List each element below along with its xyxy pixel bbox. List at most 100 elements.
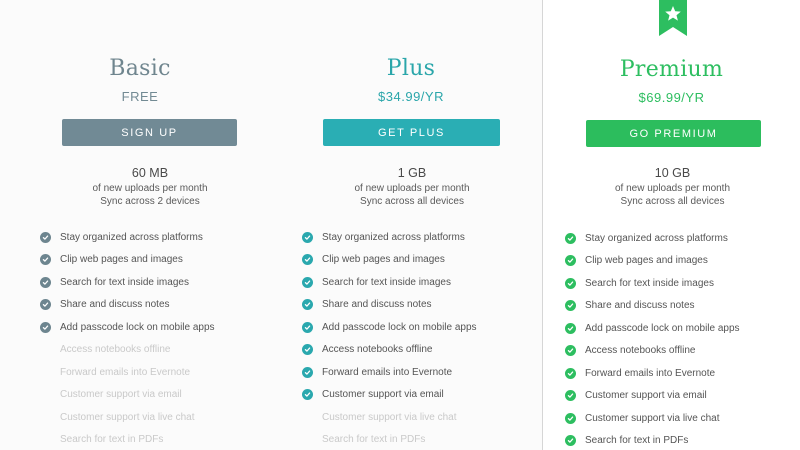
feature-item: Customer support via email (565, 385, 740, 408)
feature-item: Customer support via live chat (565, 407, 740, 430)
feature-label: Clip web pages and images (585, 255, 708, 267)
feature-label: Stay organized across platforms (60, 231, 203, 243)
checkmark-icon (565, 390, 576, 402)
feature-list: Stay organized across platforms Clip web … (302, 226, 477, 450)
checkmark-icon (565, 300, 576, 312)
checkmark-icon (565, 412, 576, 424)
feature-item: Search for text in PDFs (565, 430, 740, 450)
checkmark-icon (565, 345, 576, 357)
checkmark-icon (40, 231, 51, 243)
feature-label: Customer support via live chat (585, 412, 720, 424)
checkmark-icon (565, 435, 576, 447)
feature-list: Stay organized across platforms Clip web … (40, 226, 215, 450)
plan-column-premium: Premium $69.99/YR GO PREMIUM 10 GB of ne… (542, 0, 800, 450)
feature-item: Customer support via email (40, 384, 215, 407)
feature-item: Stay organized across platforms (302, 226, 477, 249)
plan-name: Plus (386, 56, 436, 81)
checkmark-icon (40, 254, 51, 266)
feature-label: Customer support via email (585, 390, 707, 402)
go-premium-button[interactable]: GO PREMIUM (586, 120, 761, 147)
feature-label: Forward emails into Evernote (585, 367, 716, 379)
feature-label: Search for text in PDFs (60, 434, 164, 446)
feature-item: Search for text inside images (565, 272, 740, 295)
checkmark-icon (302, 366, 313, 378)
plan-price: $34.99/YR (378, 89, 444, 104)
plan-column-basic: Basic FREE SIGN UP 60 MB of new uploads … (0, 0, 280, 450)
feature-label: Search for text in PDFs (585, 435, 689, 447)
feature-item: Share and discuss notes (302, 294, 477, 317)
feature-label: Stay organized across platforms (322, 231, 465, 243)
checkmark-icon (565, 322, 576, 334)
storage-note: of new uploads per month (614, 183, 731, 194)
checkmark-icon (40, 321, 51, 333)
checkmark-icon (302, 276, 313, 288)
plan-price: FREE (121, 89, 159, 104)
plan-name: Premium (619, 57, 724, 82)
feature-label: Access notebooks offline (60, 344, 171, 356)
feature-item: Search for text inside images (40, 271, 215, 294)
feature-item: Forward emails into Evernote (302, 361, 477, 384)
feature-label: Share and discuss notes (322, 299, 432, 311)
feature-item: Forward emails into Evernote (565, 362, 740, 385)
feature-label: Add passcode lock on mobile apps (585, 322, 740, 334)
checkmark-icon (40, 299, 51, 311)
feature-item: Search for text inside images (302, 271, 477, 294)
sync-note: Sync across all devices (360, 196, 464, 207)
feature-list: Stay organized across platforms Clip web … (565, 227, 740, 450)
feature-item: Share and discuss notes (565, 295, 740, 318)
sign-up-button[interactable]: SIGN UP (62, 119, 237, 146)
storage-amount: 60 MB (131, 166, 169, 180)
feature-item: Add passcode lock on mobile apps (565, 317, 740, 340)
checkmark-icon (565, 232, 576, 244)
checkmark-icon (302, 254, 313, 266)
feature-label: Forward emails into Evernote (60, 366, 191, 378)
checkmark-icon (565, 255, 576, 267)
feature-item: Add passcode lock on mobile apps (40, 316, 215, 339)
plan-price: $69.99/YR (638, 90, 705, 105)
checkmark-icon (40, 276, 51, 288)
feature-label: Share and discuss notes (60, 299, 170, 311)
feature-label: Access notebooks offline (322, 344, 433, 356)
feature-item: Access notebooks offline (302, 339, 477, 362)
feature-item: Clip web pages and images (302, 249, 477, 272)
checkmark-icon (565, 367, 576, 379)
storage-amount: 1 GB (397, 166, 427, 180)
feature-label: Clip web pages and images (60, 254, 183, 266)
feature-label: Search for text inside images (322, 276, 451, 288)
get-plus-button[interactable]: GET PLUS (323, 119, 500, 146)
feature-label: Search for text in PDFs (322, 434, 426, 446)
feature-item: Access notebooks offline (40, 339, 215, 362)
feature-item: Clip web pages and images (40, 249, 215, 272)
checkmark-icon (302, 231, 313, 243)
feature-item: Add passcode lock on mobile apps (302, 316, 477, 339)
feature-label: Customer support via email (322, 389, 444, 401)
feature-item: Customer support via live chat (302, 406, 477, 429)
feature-label: Share and discuss notes (585, 300, 695, 312)
feature-item: Customer support via email (302, 384, 477, 407)
checkmark-icon (302, 344, 313, 356)
feature-item: Customer support via live chat (40, 406, 215, 429)
feature-label: Clip web pages and images (322, 254, 445, 266)
feature-label: Customer support via email (60, 389, 182, 401)
checkmark-icon (565, 277, 576, 289)
feature-label: Search for text inside images (60, 276, 189, 288)
star-ribbon-icon (659, 0, 687, 36)
feature-item: Forward emails into Evernote (40, 361, 215, 384)
feature-item: Search for text in PDFs (40, 429, 215, 450)
storage-amount: 10 GB (654, 166, 691, 180)
feature-label: Add passcode lock on mobile apps (60, 321, 215, 333)
feature-label: Stay organized across platforms (585, 232, 728, 244)
storage-note: of new uploads per month (354, 183, 470, 194)
feature-item: Search for text in PDFs (302, 429, 477, 450)
feature-item: Stay organized across platforms (40, 226, 215, 249)
checkmark-icon (302, 321, 313, 333)
plan-column-plus: Plus $34.99/YR GET PLUS 1 GB of new uplo… (280, 0, 542, 450)
checkmark-icon (302, 389, 313, 401)
feature-item: Access notebooks offline (565, 340, 740, 363)
feature-label: Add passcode lock on mobile apps (322, 321, 477, 333)
plan-name: Basic (109, 56, 171, 81)
storage-note: of new uploads per month (92, 183, 208, 194)
sync-note: Sync across all devices (620, 196, 725, 207)
feature-item: Share and discuss notes (40, 294, 215, 317)
feature-label: Search for text inside images (585, 277, 714, 289)
